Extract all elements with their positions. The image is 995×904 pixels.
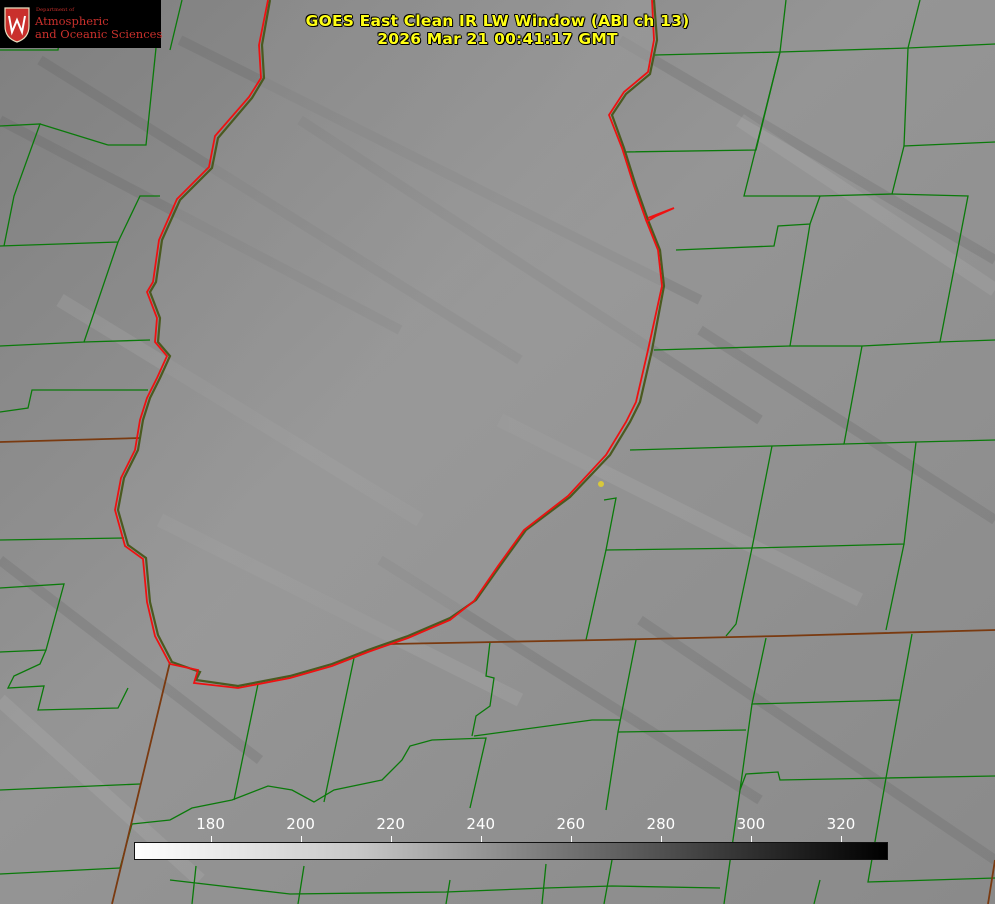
colorbar-tick-label: 260 <box>556 815 586 833</box>
colorbar-tick-label: 220 <box>376 815 405 833</box>
colorbar-tick-label: 240 <box>466 815 496 833</box>
satellite-imagery-map <box>0 0 995 904</box>
colorbar <box>134 842 888 860</box>
logo-line-1: Atmospheric <box>35 14 109 28</box>
satellite-map: Department of Atmospheric and Oceanic Sc… <box>0 0 995 904</box>
logo-line-2: and Oceanic Sciences <box>35 27 163 41</box>
colorbar-tick-label: 280 <box>646 815 676 833</box>
image-title: GOES East Clean IR LW Window (ABI ch 13) <box>305 12 690 30</box>
colorbar-tick-label: 180 <box>196 815 225 833</box>
colorbar-tick-label: 200 <box>286 815 315 833</box>
logo: Department of Atmospheric and Oceanic Sc… <box>0 0 163 48</box>
image-timestamp: 2026 Mar 21 00:41:17 GMT <box>377 30 618 48</box>
logo-department-text: Department of <box>36 7 75 13</box>
station-marker <box>598 481 604 487</box>
university-seal-icon <box>4 7 30 43</box>
colorbar-tick-label: 320 <box>826 815 856 833</box>
colorbar-tick-label: 300 <box>736 815 766 833</box>
